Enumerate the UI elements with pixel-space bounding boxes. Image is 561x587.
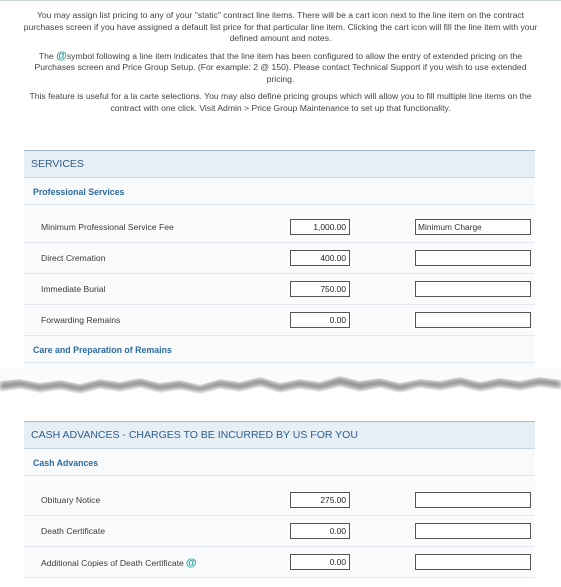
amount-input[interactable]: 0.00 xyxy=(290,312,350,328)
at-symbol-icon: @ xyxy=(56,49,67,62)
table-row: Minimum Professional Service Fee 1,000.0… xyxy=(24,212,535,243)
intro-p2-rest: symbol following a line item indicates t… xyxy=(34,50,527,84)
note-input[interactable] xyxy=(415,250,531,266)
intro-paragraph-3: This feature is useful for a la carte se… xyxy=(29,91,532,113)
services-section: SERVICES Professional Services Minimum P… xyxy=(24,150,535,377)
line-item-label: Minimum Professional Service Fee xyxy=(41,222,174,232)
amount-input[interactable]: 275.00 xyxy=(290,492,350,508)
cash-advances-section: CASH ADVANCES - CHARGES TO BE INCURRED B… xyxy=(24,421,535,578)
line-item-text: Additional Copies of Death Certificate xyxy=(41,558,184,568)
intro-p2-start: The xyxy=(38,50,54,61)
intro-paragraph-1: You may assign list pricing to any of yo… xyxy=(23,10,538,43)
note-input[interactable] xyxy=(415,523,531,539)
line-item-label: Obituary Notice xyxy=(41,495,101,505)
services-header: SERVICES xyxy=(24,150,535,178)
torn-edge-divider xyxy=(0,368,561,418)
intro-paragraph-2: The @symbol following a line item indica… xyxy=(20,49,541,86)
amount-input[interactable]: 1,000.00 xyxy=(290,219,350,235)
cash-advances-subheader: Cash Advances xyxy=(24,449,535,476)
amount-input[interactable]: 750.00 xyxy=(290,281,350,297)
line-item-label: Death Certificate xyxy=(41,526,106,536)
table-row: Additional Copies of Death Certificate @ … xyxy=(24,547,535,578)
note-input[interactable]: Minimum Charge xyxy=(415,219,531,235)
line-item-label: Direct Cremation xyxy=(41,253,106,263)
table-row: Direct Cremation 400.00 xyxy=(24,243,535,274)
note-input[interactable] xyxy=(415,492,531,508)
at-symbol-icon: @ xyxy=(185,557,197,569)
note-input[interactable] xyxy=(415,312,531,328)
note-input[interactable] xyxy=(415,281,531,297)
line-item-label: Immediate Burial xyxy=(41,284,106,294)
intro-text: You may assign list pricing to any of yo… xyxy=(20,10,541,114)
amount-input[interactable]: 400.00 xyxy=(290,250,350,266)
amount-input[interactable]: 0.00 xyxy=(290,523,350,539)
line-item-label: Additional Copies of Death Certificate @ xyxy=(41,557,197,569)
care-preparation-subheader: Care and Preparation of Remains xyxy=(24,336,535,363)
table-row: Death Certificate 0.00 xyxy=(24,516,535,547)
table-row: Obituary Notice 275.00 xyxy=(24,485,535,516)
amount-input[interactable]: 0.00 xyxy=(290,554,350,570)
professional-services-subheader: Professional Services xyxy=(24,178,535,205)
note-input[interactable] xyxy=(415,554,531,570)
top-divider xyxy=(0,0,561,1)
line-item-label: Forwarding Remains xyxy=(41,315,121,325)
cash-advances-header: CASH ADVANCES - CHARGES TO BE INCURRED B… xyxy=(24,421,535,449)
table-row: Forwarding Remains 0.00 xyxy=(24,305,535,336)
table-row: Immediate Burial 750.00 xyxy=(24,274,535,305)
